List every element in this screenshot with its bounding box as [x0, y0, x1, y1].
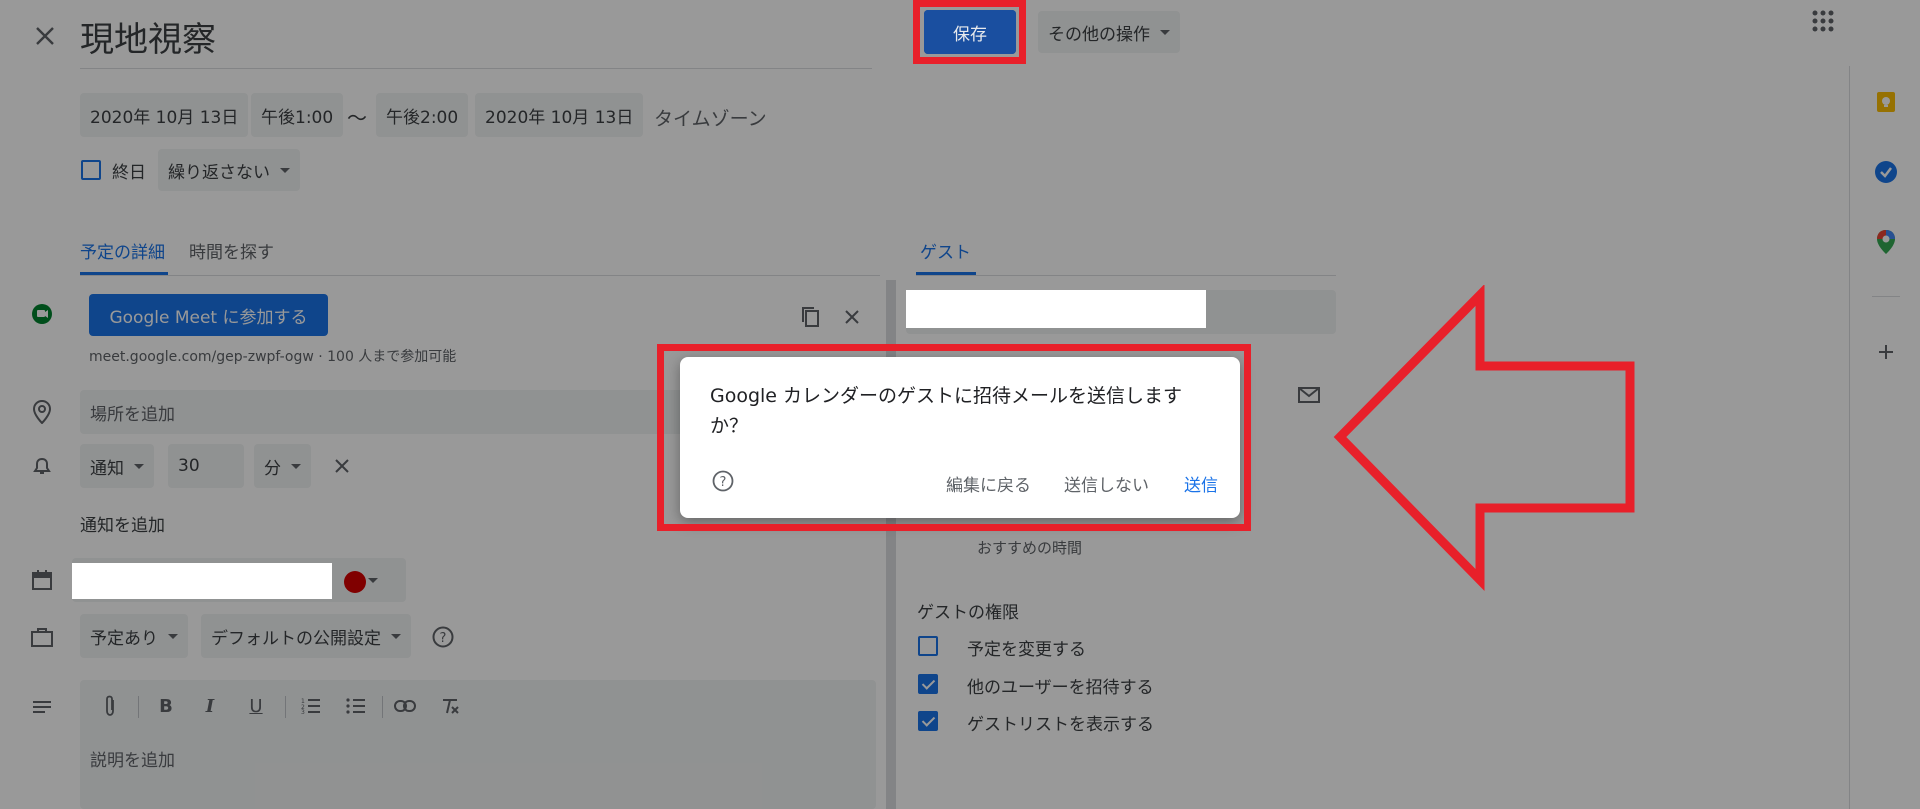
annotation-arrow [1333, 285, 1635, 592]
guest-input-redacted-highlight [906, 290, 1206, 328]
dialog-annotation-frame [657, 344, 1251, 531]
save-button-annotation-frame [913, 0, 1026, 64]
calendar-name-redacted-highlight [72, 563, 332, 599]
